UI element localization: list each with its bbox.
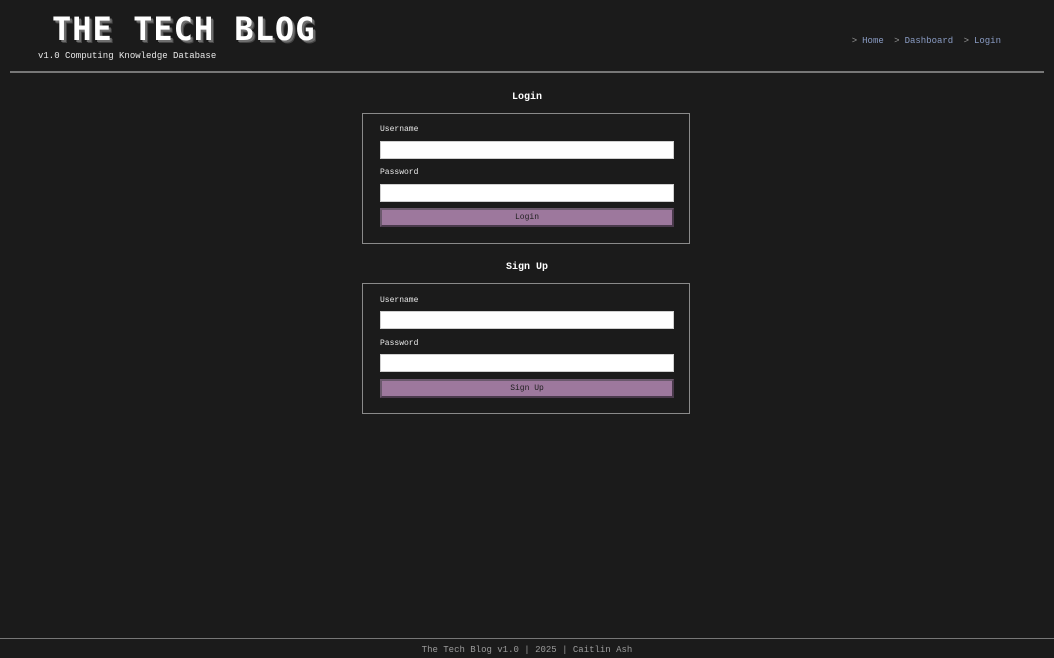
login-password-label: Password (380, 168, 419, 177)
page: THE TECH BLOG v1.0 Computing Knowledge D… (0, 0, 1054, 658)
main-nav: > Home > Dashboard > Login (847, 35, 1001, 47)
signup-button[interactable]: Sign Up (380, 379, 674, 398)
header-divider (10, 71, 1044, 73)
nav-link-dashboard[interactable]: Dashboard (905, 36, 954, 46)
login-username-input[interactable] (380, 141, 674, 159)
signup-password-label: Password (380, 339, 419, 348)
nav-item-home: > Home (852, 36, 889, 46)
footer-divider (0, 638, 1054, 639)
site-tagline: v1.0 Computing Knowledge Database (38, 51, 217, 61)
nav-separator: > (963, 36, 969, 46)
signup-heading: Sign Up (505, 262, 548, 273)
login-username-label: Username (380, 125, 419, 134)
nav-link-login[interactable]: Login (974, 36, 1001, 46)
footer-text: The Tech Blog v1.0 | 2025 | Caitlin Ash (421, 645, 633, 655)
signup-username-input[interactable] (380, 311, 674, 329)
signup-password-input[interactable] (380, 354, 674, 372)
login-password-input[interactable] (380, 184, 674, 202)
login-form: Username Password Login (362, 113, 690, 244)
nav-item-dashboard: > Dashboard (894, 36, 958, 46)
login-button[interactable]: Login (380, 208, 674, 227)
nav-link-home[interactable]: Home (862, 36, 884, 46)
signup-username-label: Username (380, 296, 419, 305)
nav-separator: > (894, 36, 900, 46)
nav-separator: > (851, 36, 858, 46)
site-logo-title: THE TECH BLOG (52, 10, 316, 48)
nav-item-login: > Login (964, 36, 1001, 46)
login-heading: Login (511, 92, 542, 103)
signup-form: Username Password Sign Up (362, 283, 690, 414)
